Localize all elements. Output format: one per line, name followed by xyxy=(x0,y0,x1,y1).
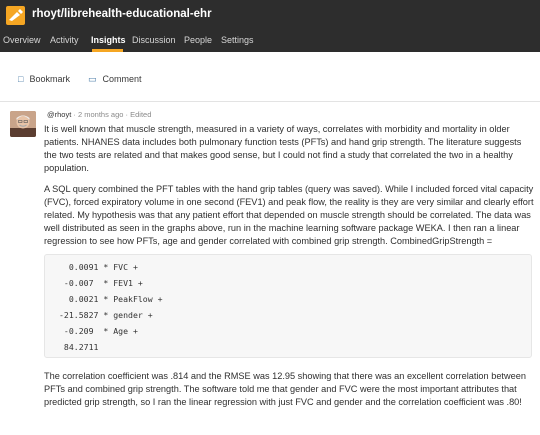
bookmark-button[interactable]: □ Bookmark xyxy=(18,74,70,84)
comment-icon: ▭ xyxy=(88,74,97,84)
code-line: -0.209 * Age + xyxy=(59,326,138,336)
comment-button[interactable]: ▭ Comment xyxy=(88,74,142,85)
code-line: 0.0021 * PeakFlow + xyxy=(59,294,163,304)
post-author[interactable]: @rhoyt xyxy=(47,110,71,119)
tab-discussion[interactable]: Discussion xyxy=(132,35,176,45)
main-nav: Overview Activity Insights Discussion Pe… xyxy=(0,31,540,52)
tab-activity[interactable]: Activity xyxy=(50,35,79,45)
edited-label: Edited xyxy=(130,110,152,119)
pen-icon[interactable] xyxy=(6,6,25,25)
code-line: 84.2711 xyxy=(59,342,99,352)
post-meta: @rhoyt · 2 months ago · Edited xyxy=(47,110,152,119)
post-time: 2 months ago xyxy=(77,110,124,119)
bookmark-label: Bookmark xyxy=(29,74,70,84)
avatar[interactable] xyxy=(10,111,36,137)
tab-overview[interactable]: Overview xyxy=(3,35,41,45)
code-block: 0.0091 * FVC + -0.007 * FEV1 + 0.0021 * … xyxy=(44,254,532,358)
post-paragraph-3: The correlation coefficient was .814 and… xyxy=(44,371,526,407)
bookmark-icon: □ xyxy=(18,74,24,84)
post-paragraph-2: A SQL query combined the PFT tables with… xyxy=(44,184,534,246)
tab-people[interactable]: People xyxy=(184,35,212,45)
tab-settings[interactable]: Settings xyxy=(221,35,254,45)
action-bar: □ Bookmark ▭ Comment xyxy=(0,52,540,102)
tab-insights[interactable]: Insights xyxy=(91,35,126,45)
repo-title[interactable]: rhoyt/librehealth-educational-ehr xyxy=(32,8,212,20)
post: @rhoyt · 2 months ago · Edited It is wel… xyxy=(10,106,538,435)
code-line: 0.0091 * FVC + xyxy=(59,262,138,272)
comment-label: Comment xyxy=(102,74,142,84)
code-line: -21.5827 * gender + xyxy=(59,310,153,320)
code-line: -0.007 * FEV1 + xyxy=(59,278,143,288)
top-bar: rhoyt/librehealth-educational-ehr Overvi… xyxy=(0,0,540,52)
post-paragraph-1: It is well known that muscle strength, m… xyxy=(44,124,522,173)
